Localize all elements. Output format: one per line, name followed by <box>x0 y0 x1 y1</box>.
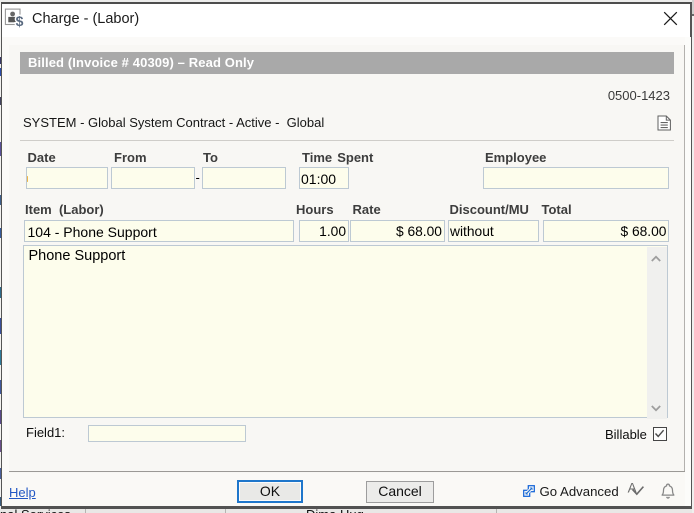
svg-text:$: $ <box>16 13 24 29</box>
